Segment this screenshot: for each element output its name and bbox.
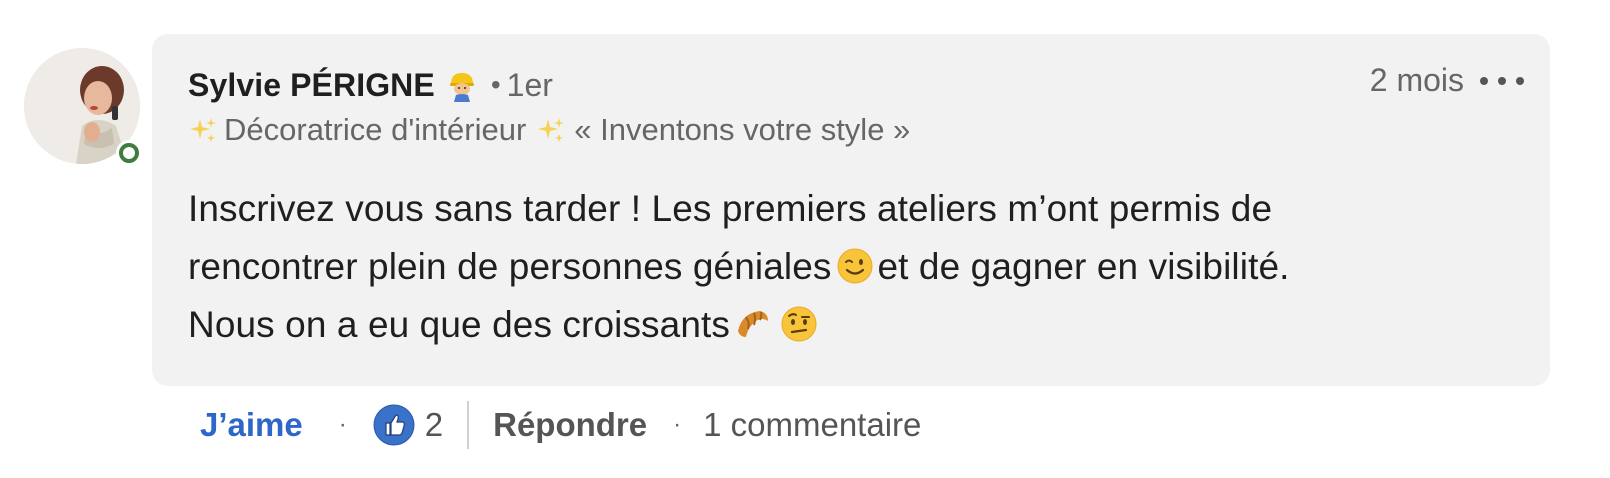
construction-worker-icon	[449, 73, 474, 102]
comment-meta: 2 mois	[1370, 62, 1524, 99]
comment-actions: J’aime · 2 Répondre · 1 commentaire	[200, 396, 921, 454]
comment-line-3-text: Nous on a eu que des croissants	[188, 304, 730, 345]
sparkles-icon	[190, 118, 216, 142]
headline-title: Décoratrice d'intérieur	[224, 112, 527, 147]
more-horizontal-icon	[1480, 76, 1488, 85]
thumbs-up-icon[interactable]	[373, 404, 415, 446]
online-status-ring	[119, 143, 139, 163]
headline-tagline: « Inventons votre style »	[574, 112, 911, 147]
comment-line-2-start: rencontrer plein de personnes géniales	[188, 246, 832, 287]
more-options-button[interactable]	[1480, 66, 1524, 96]
croissant-icon	[738, 311, 768, 337]
comment-timestamp: 2 mois	[1369, 62, 1464, 98]
replies-count-link[interactable]: 1 commentaire	[703, 406, 921, 444]
author-headline: Décoratrice d'intérieur « Inventons votr…	[188, 112, 910, 148]
actions-separator: ·	[338, 411, 347, 438]
author-name[interactable]: Sylvie PÉRIGNE	[188, 67, 435, 104]
comment-header: Sylvie PÉRIGNE • 1er	[188, 64, 553, 106]
comment-body: Inscrivez vous sans tarder ! Les premier…	[188, 180, 1518, 354]
like-button[interactable]: J’aime	[200, 406, 303, 444]
comment-line-2: rencontrer plein de personnes géniales e…	[188, 238, 1518, 296]
comment-line-3: Nous on a eu que des croissants	[188, 296, 1518, 354]
comment-bubble: Sylvie PÉRIGNE • 1er 2 mois Décoratrice …	[152, 34, 1550, 386]
header-separator: •	[490, 69, 501, 100]
reaction-count[interactable]: 2	[425, 406, 443, 444]
comment-line-1: Inscrivez vous sans tarder ! Les premier…	[188, 188, 1273, 229]
reply-button[interactable]: Répondre	[493, 406, 647, 444]
winking-face-icon	[837, 248, 872, 284]
more-horizontal-icon-dot	[1498, 76, 1506, 85]
connection-degree: 1er	[506, 66, 553, 103]
more-horizontal-icon-dot	[1516, 76, 1524, 85]
online-status-indicator	[116, 140, 142, 166]
sparkles-icon	[538, 118, 565, 142]
face-with-raised-eyebrow-icon	[781, 306, 817, 342]
actions-divider	[467, 401, 470, 449]
actions-separator: ·	[673, 411, 682, 438]
comment-line-2-end: et de gagner en visibilité.	[877, 246, 1290, 287]
